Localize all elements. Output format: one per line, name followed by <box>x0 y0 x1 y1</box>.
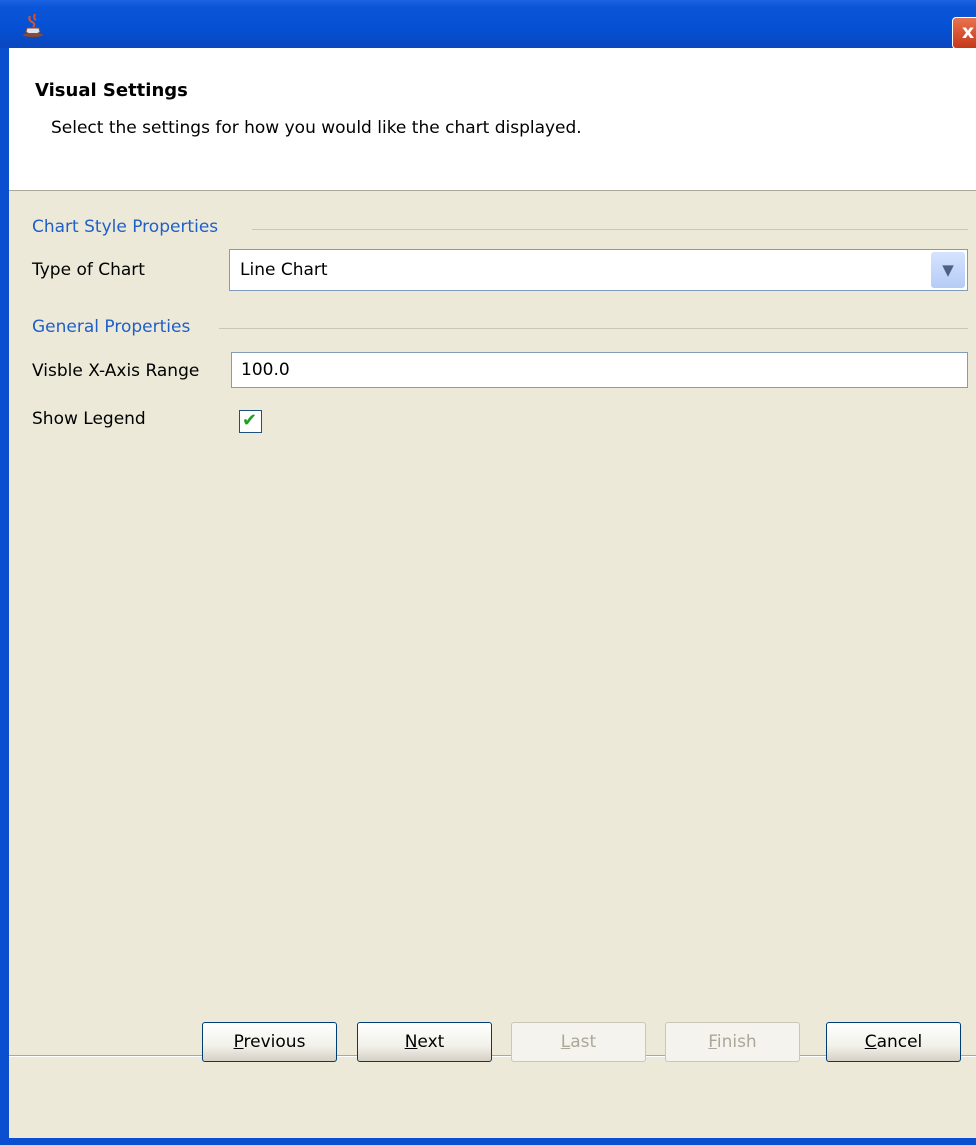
chart-type-value: Line Chart <box>240 260 328 280</box>
window-titlebar[interactable]: x <box>0 0 976 49</box>
show-legend-label: Show Legend <box>32 409 146 429</box>
finish-mnemonic: F <box>708 1032 717 1052</box>
cancel-button[interactable]: Cancel <box>826 1022 961 1062</box>
section-divider <box>219 328 968 329</box>
chart-type-select[interactable]: Line Chart ▼ <box>229 249 968 291</box>
cancel-mnemonic: C <box>864 1032 877 1052</box>
finish-label: inish <box>716 1032 757 1052</box>
cancel-label: ancel <box>876 1032 923 1052</box>
next-mnemonic: N <box>404 1032 418 1052</box>
window-frame-bottom <box>0 1138 976 1145</box>
section-heading-chart-style: Chart Style Properties <box>32 217 219 237</box>
next-label: ext <box>417 1032 445 1052</box>
page-title: Visual Settings <box>35 80 188 101</box>
chevron-down-icon[interactable]: ▼ <box>931 252 965 288</box>
last-label: ast <box>570 1032 597 1052</box>
previous-button[interactable]: Previous <box>202 1022 337 1062</box>
next-button[interactable]: Next <box>357 1022 492 1062</box>
previous-mnemonic: P <box>233 1032 244 1052</box>
window-frame-left <box>0 48 9 1145</box>
wizard-header: Visual Settings Select the settings for … <box>9 48 976 191</box>
x-axis-range-label: Visble X-Axis Range <box>32 361 200 381</box>
finish-button[interactable]: Finish <box>665 1022 800 1062</box>
last-mnemonic: L <box>560 1032 571 1052</box>
close-icon[interactable]: x <box>952 17 976 49</box>
type-of-chart-label: Type of Chart <box>32 260 145 280</box>
previous-label: revious <box>243 1032 306 1052</box>
section-divider <box>252 229 968 230</box>
checkmark-icon: ✔ <box>242 410 258 431</box>
x-axis-range-input[interactable] <box>231 352 968 388</box>
last-button[interactable]: Last <box>511 1022 646 1062</box>
show-legend-checkbox[interactable]: ✔ <box>239 410 262 433</box>
page-description: Select the settings for how you would li… <box>51 118 582 138</box>
java-coffee-icon <box>23 13 43 37</box>
section-heading-general: General Properties <box>32 317 191 337</box>
